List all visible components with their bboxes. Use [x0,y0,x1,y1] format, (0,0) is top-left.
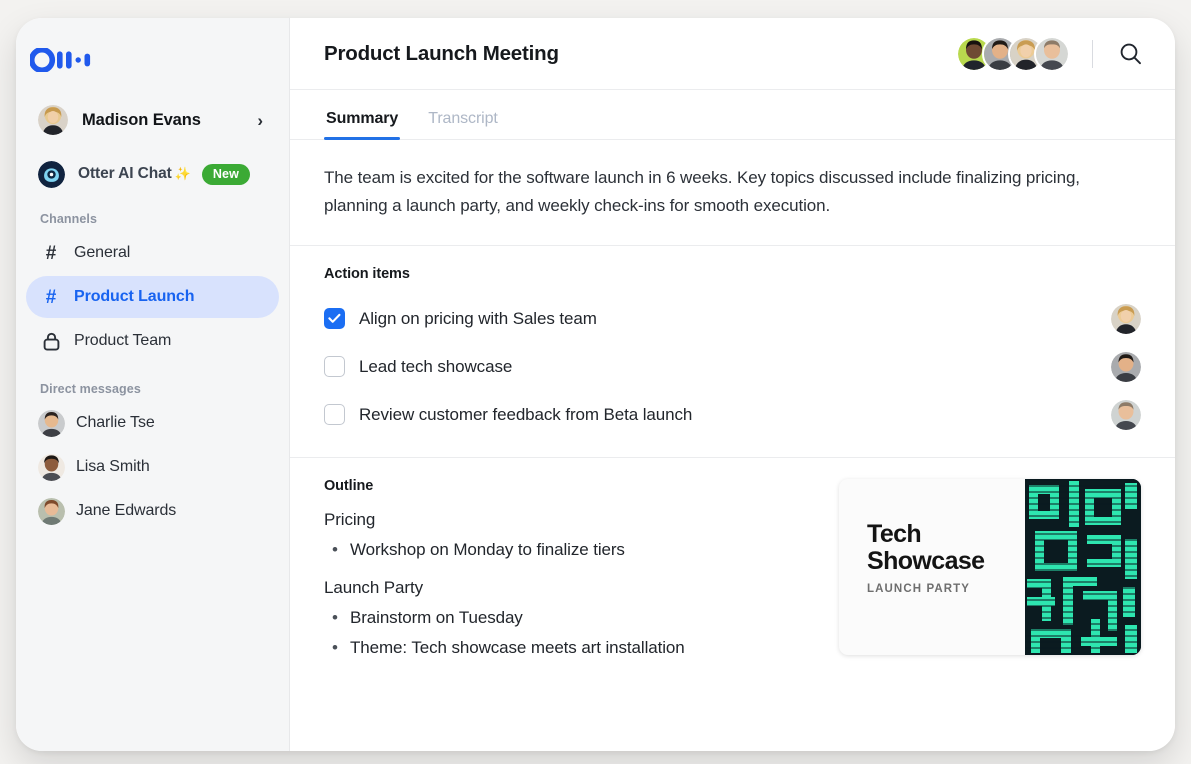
sidebar-dm-label: Charlie Tse [76,414,155,431]
outline-bullet: Theme: Tech showcase meets art installat… [324,633,815,662]
header-divider [1092,39,1093,68]
sidebar: Madison Evans › Otter AI Chat ✨ New Chan… [16,18,290,751]
main-header: Product Launch Meeting [290,18,1175,90]
avatar [1034,35,1070,72]
new-badge: New [201,163,250,185]
avatar [38,105,68,135]
sidebar-item-label: Product Team [74,332,172,349]
outline-topic: Pricing [324,510,376,530]
hash-icon: # [45,286,57,308]
action-items-heading: Action items [324,266,410,283]
outline-section: Outline Pricing Workshop on Monday to fi… [290,458,1175,751]
action-item-label: Review customer feedback from Beta launc… [359,404,693,424]
tech-showcase-subtitle: LAUNCH PARTY [867,582,971,595]
otter-avatar-icon [38,160,65,188]
sidebar-item-otter-ai-chat[interactable]: Otter AI Chat ✨ New [28,154,277,194]
outline-bullet: Brainstorm on Tuesday [324,603,815,632]
direct-messages-section-label: Direct messages [40,382,141,396]
otter-ai-chat-label: Otter AI Chat [78,165,172,182]
tech-showcase-title-line2: Showcase [867,546,985,575]
tech-showcase-card[interactable]: Tech Showcase LAUNCH PARTY [839,479,1141,656]
lock-icon [38,332,64,351]
outline-topic: Launch Party [324,578,423,598]
sidebar-item-product-team[interactable]: Product Team [26,320,279,362]
avatar [1111,399,1141,430]
action-item-label: Lead tech showcase [359,356,513,376]
action-item-label: Align on pricing with Sales team [359,308,597,328]
outline-heading: Outline [324,478,374,495]
action-item-row[interactable]: Review customer feedback from Beta launc… [324,394,1141,435]
tab-transcript[interactable]: Transcript [426,110,500,139]
otter-logo[interactable] [16,18,289,80]
tech-showcase-artwork [1025,479,1141,656]
sidebar-user-name: Madison Evans [82,110,201,129]
avatar [38,453,65,481]
checkbox-checked-icon[interactable] [324,308,345,330]
checkbox-unchecked-icon[interactable] [324,356,345,378]
summary-text: The team is excited for the software lau… [324,168,1080,215]
avatar [38,409,65,437]
tab-summary[interactable]: Summary [324,110,401,140]
checkbox-unchecked-icon[interactable] [324,404,345,426]
participant-avatar-stack[interactable] [956,35,1070,72]
tech-showcase-card-text: Tech Showcase LAUNCH PARTY [839,479,1025,655]
action-item-row[interactable]: Align on pricing with Sales team [324,298,1141,339]
sidebar-dm-label: Jane Edwards [76,502,177,519]
outline-group: Launch Party Brainstorm on Tuesday Theme… [324,578,815,662]
sidebar-item-label: General [74,244,131,261]
sidebar-item-product-launch[interactable]: # Product Launch [26,276,279,318]
channels-section-label: Channels [40,212,98,226]
sidebar-item-label: Product Launch [74,288,195,305]
sidebar-dm-charlie-tse[interactable]: Charlie Tse [26,402,279,444]
avatar [1111,303,1141,334]
sidebar-user-row[interactable]: Madison Evans › [28,98,277,142]
hash-icon: # [45,242,57,264]
outline-group: Pricing Workshop on Monday to finalize t… [324,510,815,564]
sidebar-dm-lisa-smith[interactable]: Lisa Smith [26,446,279,488]
search-icon[interactable] [1113,37,1147,71]
chevron-right-icon[interactable]: › [257,112,267,129]
avatar [38,497,65,525]
outline-list: Outline Pricing Workshop on Monday to fi… [324,478,815,751]
sidebar-dm-jane-edwards[interactable]: Jane Edwards [26,490,279,532]
tech-showcase-title-line1: Tech [867,520,922,549]
sparkle-icon: ✨ [174,166,191,181]
sidebar-item-general[interactable]: # General [26,232,279,274]
page-title: Product Launch Meeting [324,41,559,65]
app-window: Madison Evans › Otter AI Chat ✨ New Chan… [16,18,1175,751]
outline-bullet: Workshop on Monday to finalize tiers [324,535,815,564]
main-content: Product Launch Meeting Summary Transcrip… [290,18,1175,751]
action-items-section: Action items Align on pricing with Sales… [290,246,1175,459]
summary-section: The team is excited for the software lau… [290,140,1175,247]
avatar [1111,351,1141,382]
tab-bar: Summary Transcript [290,90,1175,140]
action-item-row[interactable]: Lead tech showcase [324,346,1141,387]
sidebar-dm-label: Lisa Smith [76,458,150,475]
